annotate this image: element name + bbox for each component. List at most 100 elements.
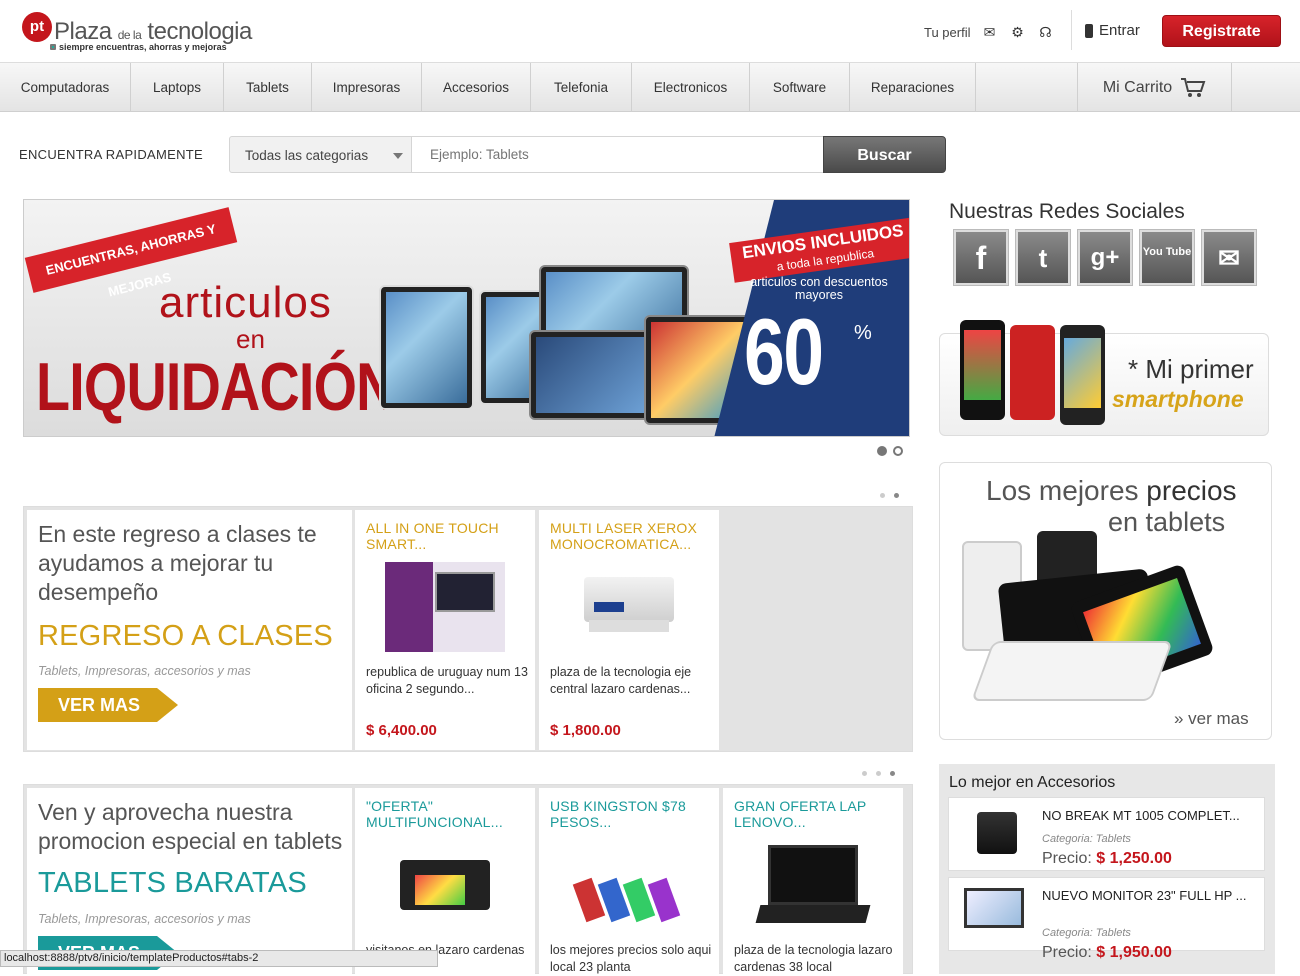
tablets-line1: Los mejores precios	[986, 475, 1237, 506]
logo-mark: pt	[22, 12, 52, 42]
googleplus-icon[interactable]: g+	[1077, 229, 1133, 286]
pager-dot[interactable]	[880, 493, 885, 498]
accessories-title: Lo mejor en Accesorios	[949, 774, 1116, 791]
site-header: pt Plaza de la tecnologia siempre encuen…	[0, 0, 1300, 62]
hero-banner[interactable]: ENCUENTRAS, AHORRAS Y MEJORAS articulos …	[23, 199, 910, 437]
login-link[interactable]: Entrar	[1085, 22, 1140, 39]
nav-accesorios[interactable]: Accesorios	[422, 63, 531, 112]
browser-status-bar: localhost:8888/ptv8/inicio/templateProdu…	[0, 950, 438, 967]
product-image	[743, 840, 883, 935]
nav-telefonia[interactable]: Telefonia	[531, 63, 632, 112]
category-select[interactable]: Todas las categorias	[229, 136, 412, 173]
product-image	[375, 840, 515, 935]
product-card[interactable]: USB KINGSTON $78 PESOS... los mejores pr…	[539, 788, 719, 974]
pager-dot[interactable]	[890, 771, 895, 776]
promo-title: TABLETS BARATAS	[38, 867, 307, 899]
promo-main-1: En este regreso a clases te ayudamos a m…	[27, 510, 352, 750]
tablets-image	[962, 531, 1215, 706]
accessory-image	[977, 812, 1017, 854]
accessory-category: Categoria: Tablets	[1042, 833, 1131, 845]
header-divider	[1071, 10, 1072, 50]
nav-impresoras[interactable]: Impresoras	[312, 63, 422, 112]
pager-dot[interactable]	[877, 446, 887, 456]
promo-subtitle: Tablets, Impresoras, accesorios y mas	[38, 664, 251, 678]
product-image	[559, 840, 699, 935]
twitter-icon[interactable]: t	[1015, 229, 1071, 286]
product-name[interactable]: ALL IN ONE TOUCH SMART...	[366, 520, 531, 552]
product-name[interactable]: USB KINGSTON $78 PESOS...	[550, 798, 715, 830]
tablets-ver-mas-link[interactable]: » ver mas	[1174, 709, 1249, 729]
hero-line3: LIQUIDACIÓN	[36, 349, 396, 425]
tablets-promo[interactable]: Los mejores precios en tablets » ver mas	[939, 462, 1272, 740]
headset-icon[interactable]: ☊	[1036, 24, 1054, 40]
product-card[interactable]: ALL IN ONE TOUCH SMART... republica de u…	[355, 510, 535, 750]
cart-label: Mi Carrito	[1102, 78, 1173, 96]
hero-pager	[877, 446, 903, 456]
nav-electronicos[interactable]: Electronicos	[632, 63, 750, 112]
nav-computadoras[interactable]: Computadoras	[0, 63, 131, 112]
product-image	[559, 562, 699, 657]
product-name[interactable]: "OFERTA" MULTIFUNCIONAL...	[366, 798, 531, 830]
promo-text: En este regreso a clases te ayudamos a m…	[38, 521, 317, 605]
cart-icon	[1181, 77, 1206, 97]
nav-tablets[interactable]: Tablets	[224, 63, 312, 112]
promo-main-2: Ven y aprovecha nuestra promocion especi…	[27, 788, 352, 974]
pager-dot[interactable]	[862, 771, 867, 776]
mail-icon[interactable]: ✉	[980, 24, 998, 40]
pager-dot[interactable]	[893, 446, 903, 456]
gear-icon[interactable]: ⚙	[1008, 24, 1026, 40]
product-name[interactable]: MULTI LASER XEROX MONOCROMATICA...	[550, 520, 715, 552]
accessory-item[interactable]: NO BREAK MT 1005 COMPLET... Categoria: T…	[948, 797, 1265, 871]
product-desc: plaza de la tecnologia lazaro cardenas 3…	[734, 943, 893, 974]
product-card[interactable]: "OFERTA" MULTIFUNCIONAL... visitanos en …	[355, 788, 535, 974]
hero-line1: articulos	[159, 278, 332, 327]
main-nav: Computadoras Laptops Tablets Impresoras …	[0, 62, 1300, 112]
nav-laptops[interactable]: Laptops	[131, 63, 224, 112]
search-button[interactable]: Buscar	[823, 136, 946, 173]
promo-subtitle: Tablets, Impresoras, accesorios y mas	[38, 912, 251, 926]
accessory-name[interactable]: NO BREAK MT 1005 COMPLET...	[1042, 807, 1252, 824]
discount-value: 60	[744, 299, 824, 404]
promo-row-2: Ven y aprovecha nuestra promocion especi…	[23, 784, 913, 974]
search-label: ENCUENTRA RAPIDAMENTE	[19, 147, 203, 162]
product-desc: plaza de la tecnologia eje central lazar…	[550, 665, 692, 696]
accessory-item[interactable]: NUEVO MONITOR 23" FULL HP ... Categoria:…	[948, 877, 1265, 961]
smart-line2: smartphone	[1112, 386, 1244, 412]
profile-link[interactable]: Tu perfil	[924, 25, 970, 40]
discount-unit: %	[854, 322, 872, 344]
phone-icon	[1085, 23, 1093, 38]
accessories-box: Lo mejor en Accesorios NO BREAK MT 1005 …	[939, 764, 1275, 974]
phones-image	[960, 320, 1110, 430]
nav-reparaciones[interactable]: Reparaciones	[850, 63, 976, 112]
hero-devices-image	[379, 260, 759, 435]
accessory-category: Categoria: Tablets	[1042, 927, 1131, 939]
accessory-image	[964, 888, 1024, 928]
row2-pager	[862, 771, 895, 776]
ver-mas-button[interactable]: VER MAS	[38, 688, 178, 722]
accessory-name[interactable]: NUEVO MONITOR 23" FULL HP ...	[1042, 887, 1252, 904]
smart-line1: * Mi primer	[1128, 354, 1254, 384]
promo-title: REGRESO A CLASES	[38, 620, 333, 652]
register-button[interactable]: Registrate	[1162, 15, 1281, 47]
user-tools: Tu perfil ✉ ⚙ ☊	[924, 20, 1054, 44]
product-name[interactable]: GRAN OFERTA LAP LENOVO...	[734, 798, 899, 830]
accessory-price: Precio: $ 1,250.00	[1042, 850, 1172, 867]
facebook-icon[interactable]: f	[953, 229, 1009, 286]
smartphone-promo[interactable]: * Mi primer smartphone	[939, 320, 1269, 436]
search-input[interactable]	[412, 136, 824, 173]
pager-dot[interactable]	[894, 493, 899, 498]
youtube-icon[interactable]: You Tube	[1139, 229, 1195, 286]
pager-dot[interactable]	[876, 771, 881, 776]
cart-button[interactable]: Mi Carrito	[1077, 63, 1232, 112]
nav-software[interactable]: Software	[750, 63, 850, 112]
mail-icon[interactable]: ✉	[1201, 229, 1257, 286]
product-card[interactable]: MULTI LASER XEROX MONOCROMATICA... plaza…	[539, 510, 719, 750]
product-card[interactable]: GRAN OFERTA LAP LENOVO... plaza de la te…	[723, 788, 903, 974]
site-logo[interactable]: pt Plaza de la tecnologia siempre encuen…	[22, 12, 262, 56]
product-price: $ 6,400.00	[366, 722, 437, 739]
promo-text: Ven y aprovecha nuestra promocion especi…	[38, 799, 343, 854]
product-price: $ 1,800.00	[550, 722, 621, 739]
product-desc: los mejores precios solo aqui local 23 p…	[550, 943, 712, 974]
accessory-price: Precio: $ 1,950.00	[1042, 944, 1172, 961]
chevron-down-icon	[393, 153, 403, 159]
